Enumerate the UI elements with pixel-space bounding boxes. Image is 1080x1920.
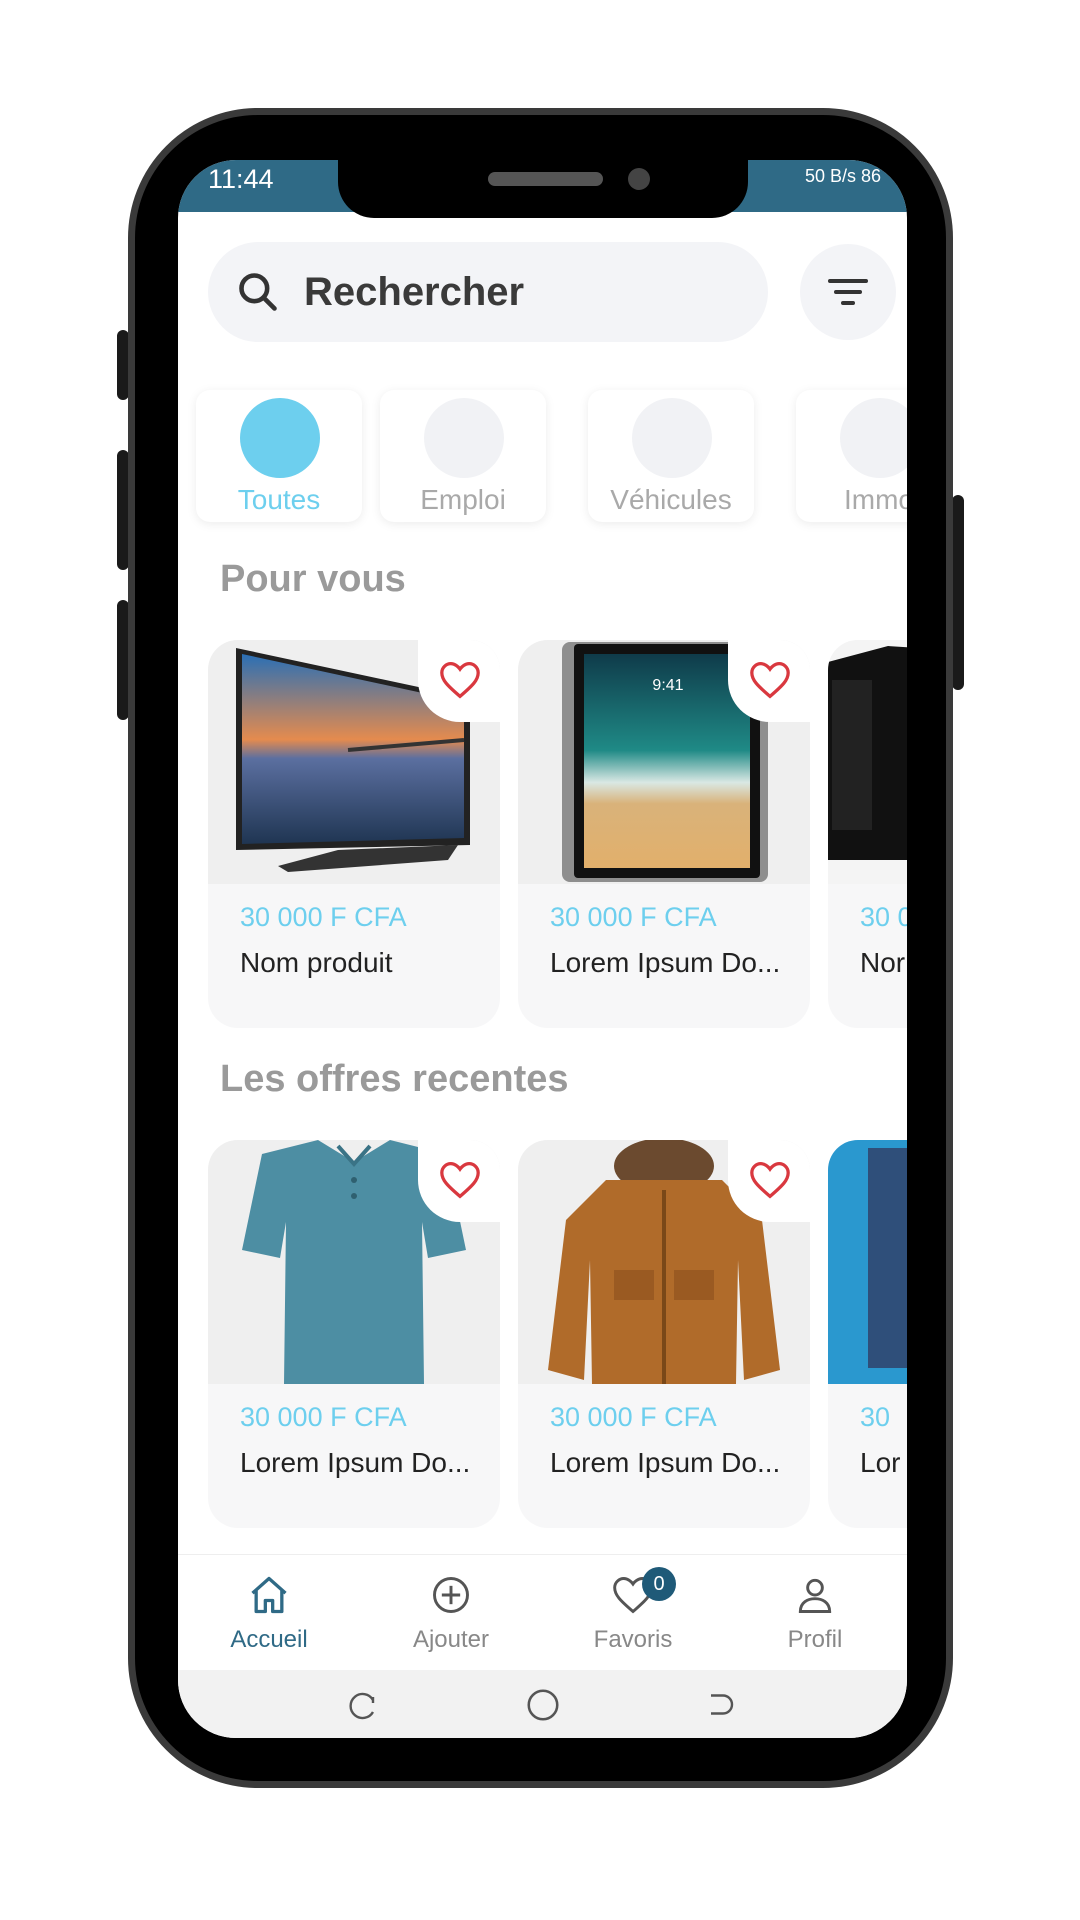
product-price: 30 000 F CFA bbox=[240, 1402, 407, 1432]
nav-label: Accueil bbox=[230, 1626, 308, 1653]
product-price: 30 000 F CFA bbox=[550, 902, 717, 932]
filter-icon bbox=[828, 279, 868, 305]
heart-icon bbox=[440, 661, 480, 699]
product-card[interactable]: 30 000 F CFA Nom produit bbox=[208, 640, 500, 1028]
category-label: Immo bbox=[844, 484, 907, 515]
for-you-list: 30 000 F CFA Nom produit 9:41 30 000 F C… bbox=[208, 640, 907, 1030]
product-card[interactable]: 30 Lor bbox=[828, 1140, 907, 1528]
search-icon bbox=[239, 273, 277, 311]
status-indicators: 50 B/s 86 bbox=[804, 166, 881, 186]
category-icon bbox=[424, 398, 504, 478]
nav-label: Ajouter bbox=[412, 1626, 490, 1653]
category-icon bbox=[840, 398, 907, 478]
camera bbox=[628, 168, 650, 190]
product-price: 30 000 F CFA bbox=[550, 1402, 717, 1432]
user-icon bbox=[798, 1578, 832, 1613]
recent-list: 30 000 F CFA Lorem Ipsum Do... 30 000 F … bbox=[208, 1140, 907, 1530]
nav-item-ajouter[interactable]: Ajouter bbox=[386, 1573, 516, 1654]
add-circle-icon bbox=[433, 1577, 469, 1613]
heart-icon bbox=[750, 661, 790, 699]
filter-button[interactable] bbox=[800, 244, 896, 340]
favorite-button[interactable] bbox=[418, 1140, 500, 1222]
heart-icon bbox=[750, 1161, 790, 1199]
category-toutes[interactable]: Toutes bbox=[196, 390, 362, 522]
product-name: Lor bbox=[860, 1447, 901, 1478]
favorites-count-badge: 0 bbox=[642, 1567, 676, 1601]
svg-text:9:41: 9:41 bbox=[652, 677, 683, 694]
search-bar[interactable]: Rechercher bbox=[208, 242, 768, 342]
category-label: Toutes bbox=[237, 484, 321, 515]
home-icon bbox=[251, 1576, 287, 1614]
product-price: 30 bbox=[860, 1402, 891, 1432]
product-image-jeans bbox=[828, 1140, 907, 1384]
category-vehicules[interactable]: Véhicules bbox=[588, 390, 754, 522]
product-image-computer bbox=[828, 640, 907, 884]
category-immo[interactable]: Immo bbox=[796, 390, 907, 522]
product-card[interactable]: 30 0 Nor bbox=[828, 640, 907, 1028]
app-screen: 11:44 50 B/s 86 Rechercher Toutes Emploi bbox=[178, 160, 907, 1738]
section-title-for-you: Pour vous bbox=[220, 558, 406, 600]
favorite-button[interactable] bbox=[728, 640, 810, 722]
favorite-button[interactable] bbox=[418, 640, 500, 722]
product-name: Lorem Ipsum Do... bbox=[550, 947, 781, 978]
home-button-icon[interactable] bbox=[524, 1686, 562, 1724]
search-placeholder: Rechercher bbox=[304, 269, 525, 314]
status-time: 11:44 bbox=[208, 164, 274, 194]
category-label: Emploi bbox=[420, 484, 506, 515]
nav-item-accueil[interactable]: Accueil bbox=[204, 1573, 334, 1654]
product-name: Nor bbox=[860, 947, 906, 978]
product-price: 30 0 bbox=[860, 902, 907, 932]
product-name: Lorem Ipsum Do... bbox=[240, 1447, 471, 1478]
category-list: Toutes Emploi Véhicules Immo bbox=[196, 390, 907, 530]
product-price: 30 000 F CFA bbox=[240, 902, 407, 932]
phone-notch bbox=[338, 160, 748, 218]
product-card[interactable]: 30 000 F CFA Lorem Ipsum Do... bbox=[208, 1140, 500, 1528]
bottom-navigation: Accueil Ajouter 0 Favoris Profil bbox=[178, 1554, 907, 1671]
back-icon[interactable] bbox=[702, 1688, 738, 1724]
product-card[interactable]: 30 000 F CFA Lorem Ipsum Do... bbox=[518, 1140, 810, 1528]
product-name: Lorem Ipsum Do... bbox=[550, 1447, 781, 1478]
category-icon bbox=[632, 398, 712, 478]
favorite-button[interactable] bbox=[728, 1140, 810, 1222]
category-emploi[interactable]: Emploi bbox=[380, 390, 546, 522]
recent-apps-icon[interactable] bbox=[346, 1688, 382, 1724]
section-title-recent: Les offres recentes bbox=[220, 1058, 569, 1100]
system-navigation-bar bbox=[178, 1670, 907, 1738]
nav-label: Profil bbox=[787, 1626, 843, 1653]
power-button bbox=[952, 495, 964, 690]
speaker bbox=[488, 172, 603, 186]
category-icon bbox=[240, 398, 320, 478]
product-card[interactable]: 9:41 30 000 F CFA Lorem Ipsum Do... bbox=[518, 640, 810, 1028]
nav-item-favoris[interactable]: 0 Favoris bbox=[568, 1567, 698, 1654]
category-label: Véhicules bbox=[610, 484, 732, 515]
nav-item-profil[interactable]: Profil bbox=[750, 1573, 880, 1654]
heart-icon bbox=[440, 1161, 480, 1199]
product-name: Nom produit bbox=[240, 947, 393, 978]
nav-label: Favoris bbox=[593, 1626, 673, 1653]
